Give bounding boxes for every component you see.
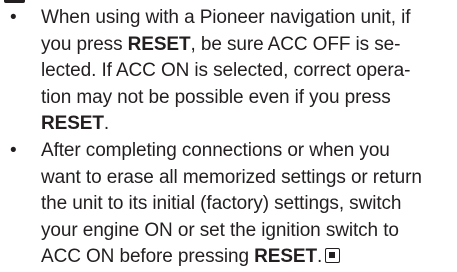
- text-line: want to erase all memorized settings or …: [41, 166, 422, 188]
- text-line: RESET.: [41, 113, 110, 135]
- list-item: • After completing connections or when y…: [0, 138, 457, 271]
- section-tab-mark: [4, 0, 25, 3]
- text-line: the unit to its initial (factory) settin…: [41, 193, 402, 215]
- bullet-icon: •: [10, 139, 17, 161]
- end-of-section-icon: [325, 248, 341, 264]
- text-line: When using with a Pioneer navigation uni…: [41, 7, 411, 28]
- text-line: tion may not be possible even if you pre…: [41, 86, 391, 108]
- text-line: After completing connections or when you: [41, 139, 390, 161]
- text-line: your engine ON or set the ignition switc…: [41, 219, 399, 241]
- text-line: ACC ON before pressing RESET.: [41, 244, 453, 271]
- reset-keyword: RESET: [254, 246, 317, 268]
- notes-list: • When using with a Pioneer navigation u…: [0, 5, 457, 271]
- text-line: you press RESET, be sure ACC OFF is se-: [41, 33, 401, 55]
- reset-keyword: RESET: [127, 33, 191, 55]
- reset-keyword: RESET: [41, 113, 104, 135]
- text-line: lected. If ACC ON is selected, correct o…: [41, 60, 411, 82]
- bullet-icon: •: [10, 7, 17, 28]
- list-item: • When using with a Pioneer navigation u…: [0, 5, 457, 138]
